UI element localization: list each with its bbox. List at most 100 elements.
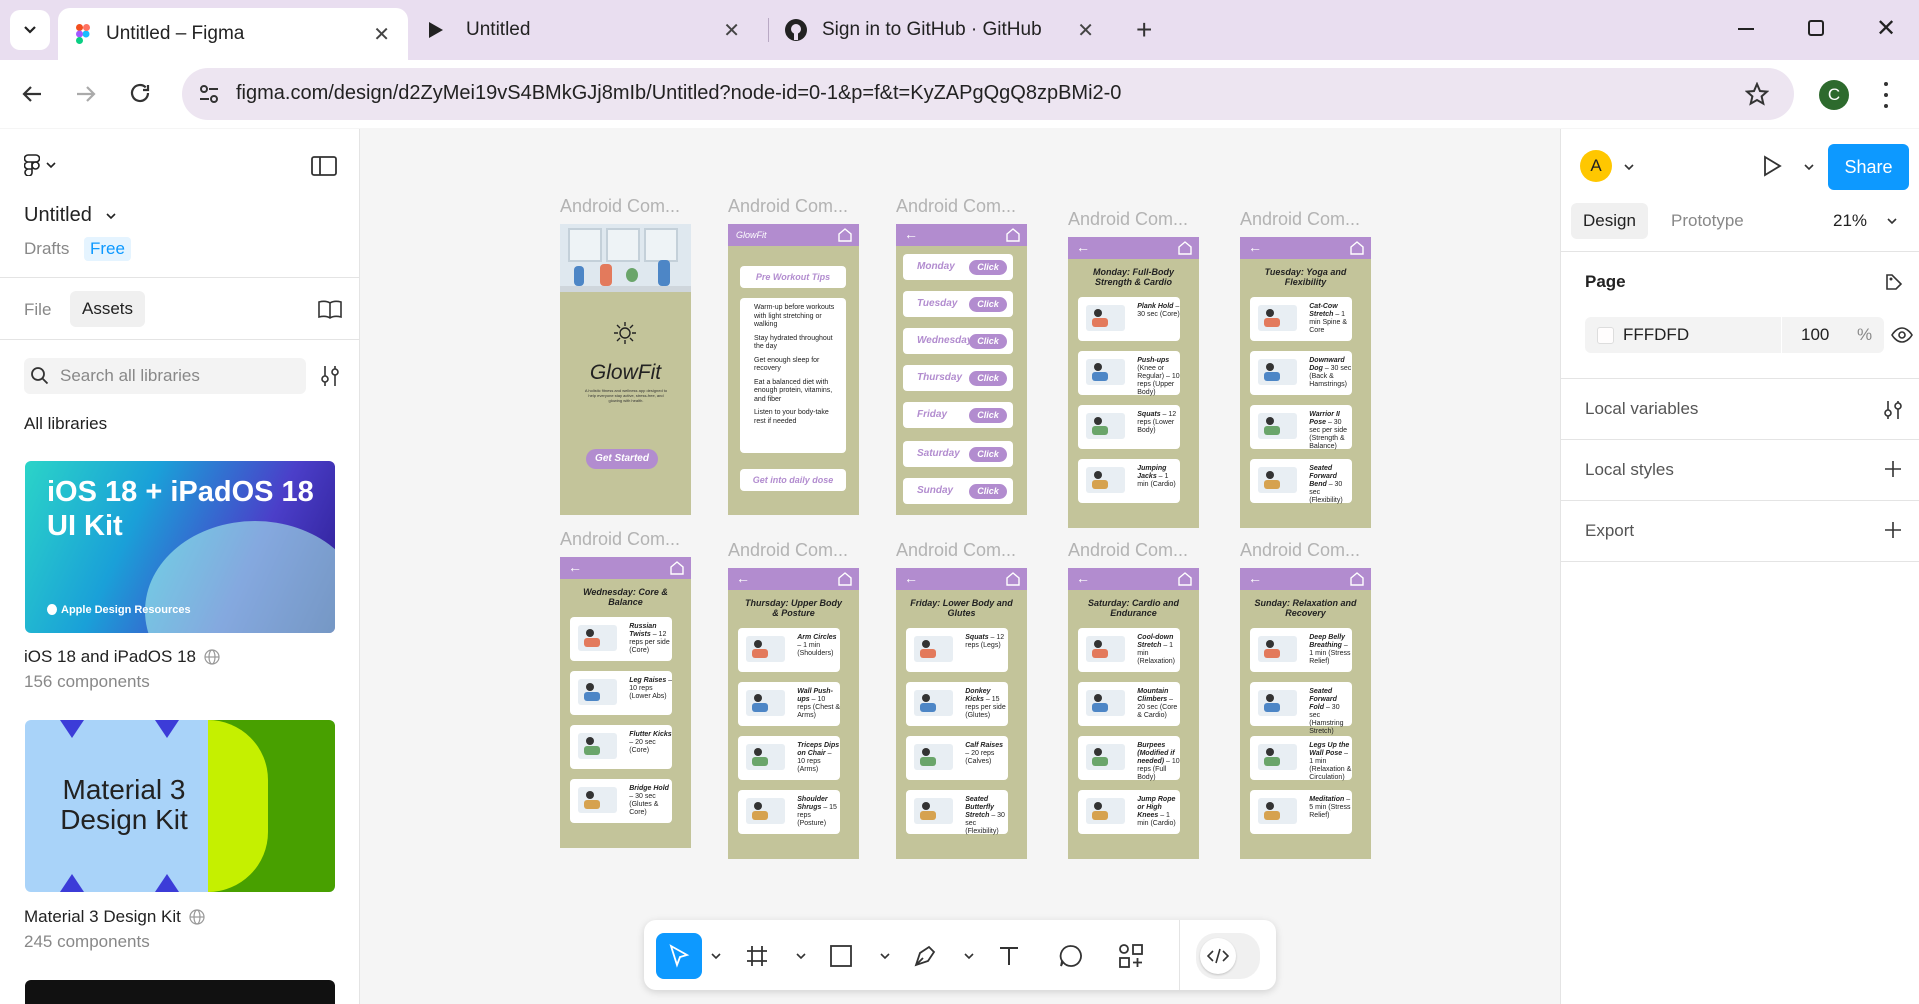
local-styles-label[interactable]: Local styles [1585,460,1674,480]
home-icon[interactable] [1005,227,1021,242]
export-label[interactable]: Export [1585,521,1634,541]
frame-workout-day[interactable]: ← Sunday: Relaxation and Recovery Deep B… [1240,568,1371,859]
back-arrow-icon[interactable]: ← [904,570,918,586]
day-row[interactable]: Sunday Click [903,478,1013,504]
exercise-card[interactable]: Russian Twists – 12 reps per side (Core) [570,617,673,661]
exercise-card[interactable]: Donkey Kicks – 15 reps per side (Glutes) [906,682,1009,726]
exercise-card[interactable]: Warrior II Pose – 30 sec per side (Stren… [1250,405,1353,450]
page-opacity-value[interactable]: 100 [1801,325,1829,345]
day-row[interactable]: Monday Click [903,254,1013,280]
present-play-icon[interactable] [1762,155,1782,177]
back-arrow-icon[interactable]: ← [1076,570,1090,586]
library-search[interactable]: Search all libraries [24,358,306,394]
click-button[interactable]: Click [969,334,1007,349]
comment-tool[interactable] [1048,933,1094,979]
click-button[interactable]: Click [969,408,1007,423]
local-variables-label[interactable]: Local variables [1585,399,1698,419]
text-tool[interactable] [986,933,1032,979]
exercise-card[interactable]: Seated Butterfly Stretch – 30 sec (Flexi… [906,790,1009,835]
home-icon[interactable] [837,571,853,586]
chevron-down-icon[interactable] [1887,217,1897,225]
exercise-card[interactable]: Mountain Climbers – 20 sec (Core & Cardi… [1078,682,1181,726]
plus-icon[interactable] [1884,521,1902,539]
exercise-card[interactable]: Push-ups (Knee or Regular) – 10 reps (Up… [1078,351,1181,396]
exercise-card[interactable]: Seated Forward Bend – 30 sec (Flexibilit… [1250,459,1353,504]
exercise-card[interactable]: Wall Push-ups – 10 reps (Chest & Arms) [738,682,841,726]
day-row[interactable]: Thursday Click [903,365,1013,391]
restore-icon[interactable] [1808,20,1824,36]
frame-tool[interactable] [734,933,780,979]
home-icon[interactable] [1349,571,1365,586]
click-button[interactable]: Click [969,484,1007,499]
profile-avatar[interactable]: C [1819,80,1849,110]
frame-workout-day[interactable]: ← Friday: Lower Body and Glutes Squats –… [896,568,1027,859]
frame-label[interactable]: Android Com... [1068,540,1188,561]
daily-dose-button[interactable]: Get into daily dose [740,469,846,491]
frame-label[interactable]: Android Com... [560,196,680,217]
main-menu-button[interactable] [24,154,56,176]
frame-label[interactable]: Android Com... [728,196,848,217]
sidebar-toggle-icon[interactable] [311,156,337,176]
frame-splash[interactable]: GlowFit A holistic fitness and wellness … [560,224,691,515]
frame-days[interactable]: ← Monday Click Tuesday Click Wednesday Clic… [896,224,1027,515]
get-started-button[interactable]: Get Started [586,449,658,469]
color-swatch[interactable] [1597,327,1614,344]
tab-search-button[interactable] [10,10,50,50]
tab-figma[interactable]: Untitled – Figma ✕ [58,8,408,60]
back-icon[interactable] [20,82,44,106]
exercise-card[interactable]: Flutter Kicks – 20 sec (Core) [570,725,673,769]
tab-prototype[interactable]: Prototype [1671,211,1744,231]
exercise-card[interactable]: Jumping Jacks – 1 min (Cardio) [1078,459,1181,503]
site-info-icon[interactable] [198,83,220,105]
frame-label[interactable]: Android Com... [896,540,1016,561]
filter-icon[interactable] [319,364,341,388]
url-bar[interactable]: figma.com/design/d2ZyMei19vS4BMkGJj8mIb/… [182,68,1794,120]
frame-workout-day[interactable]: ← Tuesday: Yoga and Flexibility Cat-Cow … [1240,237,1371,528]
back-arrow-icon[interactable]: ← [1248,239,1262,255]
library-book-icon[interactable] [318,299,342,319]
home-icon[interactable] [1177,571,1193,586]
frame-workout-day[interactable]: ← Monday: Full-Body Strength & Cardio Pl… [1068,237,1199,528]
design-canvas[interactable]: Android Com... Android Com... Android Co… [361,129,1559,1004]
frame-label[interactable]: Android Com... [1068,209,1188,230]
variables-settings-icon[interactable] [1883,399,1903,421]
home-icon[interactable] [1005,571,1021,586]
home-icon[interactable] [669,560,685,575]
new-tab-button[interactable]: + [1136,14,1152,46]
frame-label[interactable]: Android Com... [1240,209,1360,230]
exercise-card[interactable]: Shoulder Shrugs – 15 reps (Posture) [738,790,841,834]
exercise-card[interactable]: Plank Hold – 30 sec (Core) [1078,297,1181,341]
close-icon[interactable]: ✕ [373,22,390,47]
minimize-icon[interactable] [1738,28,1754,30]
close-icon[interactable]: ✕ [723,18,740,43]
home-icon[interactable] [1349,240,1365,255]
pen-tool[interactable] [902,933,948,979]
chevron-down-icon[interactable] [880,952,890,960]
exercise-card[interactable]: Meditation – 5 min (Stress Relief) [1250,790,1353,834]
url-text[interactable]: figma.com/design/d2ZyMei19vS4BMkGJj8mIb/… [236,82,1121,105]
frame-label[interactable]: Android Com... [896,196,1016,217]
frame-label[interactable]: Android Com... [728,540,848,561]
exercise-card[interactable]: Burpees (Modified if needed) – 10 reps (… [1078,736,1181,781]
click-button[interactable]: Click [969,297,1007,312]
more-menu-icon[interactable] [1884,82,1888,108]
library-thumbnail-next[interactable] [25,980,335,1004]
home-icon[interactable] [837,227,853,242]
frame-tips[interactable]: GlowFit Pre Workout Tips Warm-up before … [728,224,859,515]
user-avatar[interactable]: A [1580,150,1612,182]
tab-design[interactable]: Design [1571,203,1648,239]
day-row[interactable]: Friday Click [903,402,1013,428]
back-arrow-icon[interactable]: ← [568,559,582,575]
tab-file[interactable]: File [24,300,51,320]
exercise-card[interactable]: Cool-down Stretch – 1 min (Relaxation) [1078,628,1181,672]
eye-icon[interactable] [1891,327,1913,343]
chevron-down-icon[interactable] [964,952,974,960]
day-row[interactable]: Wednesday Click [903,328,1013,354]
back-arrow-icon[interactable]: ← [904,226,918,242]
page-color-field[interactable]: FFFDFD 100 % [1585,317,1884,353]
click-button[interactable]: Click [969,371,1007,386]
chevron-down-icon[interactable] [1804,163,1814,171]
library-thumbnail-ios[interactable]: iOS 18 + iPadOS 18 UI Kit Apple Design R… [25,461,335,633]
day-row[interactable]: Tuesday Click [903,291,1013,317]
exercise-card[interactable]: Bridge Hold – 30 sec (Glutes & Core) [570,779,673,823]
